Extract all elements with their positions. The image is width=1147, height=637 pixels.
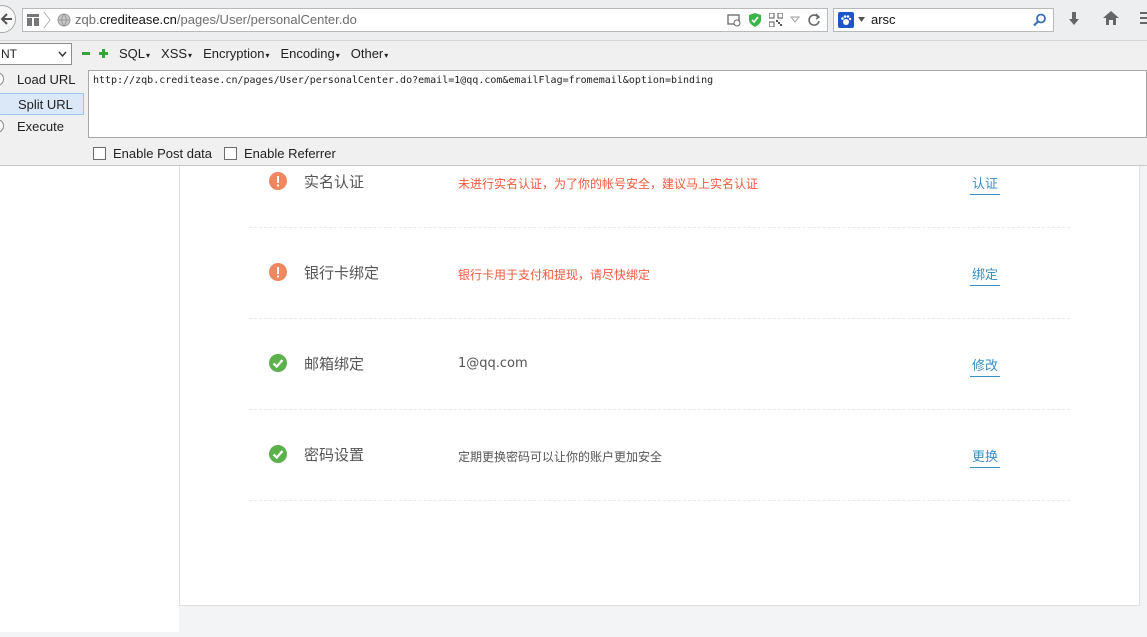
arrow-left-icon xyxy=(0,13,12,25)
download-icon[interactable] xyxy=(1066,11,1082,27)
search-input[interactable]: arsc xyxy=(871,12,896,27)
qr-code-icon[interactable] xyxy=(769,13,783,27)
enable-post-label: Enable Post data xyxy=(113,146,213,161)
hackbar-select-value: NT xyxy=(1,47,17,61)
menu-other[interactable]: Other xyxy=(351,46,389,61)
browser-navbar: zqb.creditease.cn/pages/User/personalCen… xyxy=(0,0,1147,41)
enable-post-checkbox[interactable]: Enable Post data xyxy=(93,146,212,161)
checkbox-box[interactable] xyxy=(93,147,106,160)
menu-xss[interactable]: XSS xyxy=(161,46,192,61)
row-description: 银行卡用于支付和提现，请尽快绑定 xyxy=(458,268,651,282)
url-prefix: zqb. xyxy=(75,12,100,27)
security-settings-card: 实名认证 未进行实名认证，为了你的帐号安全，建议马上实名认证 认证 银行卡绑定 … xyxy=(179,166,1140,606)
url-textarea[interactable]: http://zqb.creditease.cn/pages/User/pers… xyxy=(88,70,1147,138)
url-actions xyxy=(727,12,821,28)
load-url-button[interactable]: Load URL xyxy=(0,69,84,91)
change-password-link[interactable]: 更换 xyxy=(970,446,1001,468)
modify-email-link[interactable]: 修改 xyxy=(970,355,1001,377)
tab-groups-icon[interactable] xyxy=(27,14,39,26)
url-host: creditease.cn xyxy=(99,12,177,27)
row-description: 未进行实名认证，为了你的帐号安全，建议马上实名认证 xyxy=(458,177,759,191)
paw-icon xyxy=(841,15,852,25)
shield-check-icon[interactable] xyxy=(748,12,762,28)
chevron-right-icon xyxy=(43,11,51,29)
bind-card-link[interactable]: 绑定 xyxy=(970,264,1001,286)
compat-view-icon[interactable] xyxy=(727,13,741,27)
page-left-area xyxy=(0,166,179,632)
url-bar[interactable]: zqb.creditease.cn/pages/User/personalCen… xyxy=(22,8,828,32)
status-ok-icon xyxy=(269,445,287,463)
page-bottom-strip xyxy=(0,632,1147,637)
load-url-icon xyxy=(0,72,4,86)
back-button[interactable] xyxy=(0,5,16,33)
menu-icon[interactable] xyxy=(1138,10,1147,26)
increase-icon[interactable] xyxy=(99,49,108,58)
row-title: 邮箱绑定 xyxy=(304,355,365,373)
menu-encryption[interactable]: Encryption xyxy=(203,46,269,61)
split-url-label: Split URL xyxy=(18,97,73,112)
row-description: 1@qq.com xyxy=(458,356,528,371)
hackbar-select[interactable]: NT xyxy=(0,43,72,65)
row-title: 密码设置 xyxy=(304,446,365,464)
execute-icon xyxy=(0,119,4,133)
url-text[interactable]: zqb.creditease.cn/pages/User/personalCen… xyxy=(75,12,357,27)
status-warning-icon xyxy=(269,172,287,190)
load-url-label: Load URL xyxy=(17,72,76,87)
status-warning-icon xyxy=(269,263,287,281)
checkbox-box[interactable] xyxy=(224,147,237,160)
security-row-password: 密码设置 定期更换密码可以让你的账户更加安全 更换 xyxy=(249,409,1070,501)
chevron-down-icon xyxy=(58,51,67,57)
split-url-button[interactable]: Split URL xyxy=(0,93,84,115)
execute-label: Execute xyxy=(17,119,64,134)
security-row-bankcard: 银行卡绑定 银行卡用于支付和提现，请尽快绑定 绑定 xyxy=(249,227,1070,319)
row-title: 银行卡绑定 xyxy=(304,264,380,282)
security-row-email: 邮箱绑定 1@qq.com 修改 xyxy=(249,318,1070,410)
menu-encoding[interactable]: Encoding xyxy=(281,46,340,61)
row-description: 定期更换密码可以让你的账户更加安全 xyxy=(458,450,663,464)
search-bar[interactable]: arsc xyxy=(833,8,1054,32)
hackbar-menus: SQL XSS Encryption Encoding Other xyxy=(119,46,388,61)
security-row-realname: 实名认证 未进行实名认证，为了你的帐号安全，建议马上实名认证 认证 xyxy=(249,136,1070,228)
menu-sql[interactable]: SQL xyxy=(119,46,150,61)
search-engine-icon[interactable] xyxy=(838,12,854,28)
reload-icon[interactable] xyxy=(807,13,821,27)
url-path: /pages/User/personalCenter.do xyxy=(176,12,357,27)
search-icon[interactable] xyxy=(1033,13,1047,27)
home-icon[interactable] xyxy=(1102,10,1120,26)
status-ok-icon xyxy=(269,354,287,372)
execute-button[interactable]: Execute xyxy=(0,116,84,138)
dropdown-arrow-icon[interactable] xyxy=(790,16,800,24)
verify-link[interactable]: 认证 xyxy=(970,173,1001,195)
decrease-icon[interactable] xyxy=(82,52,90,55)
globe-icon[interactable] xyxy=(57,13,71,27)
search-engine-dropdown-icon[interactable] xyxy=(858,17,865,22)
row-title: 实名认证 xyxy=(304,173,365,191)
